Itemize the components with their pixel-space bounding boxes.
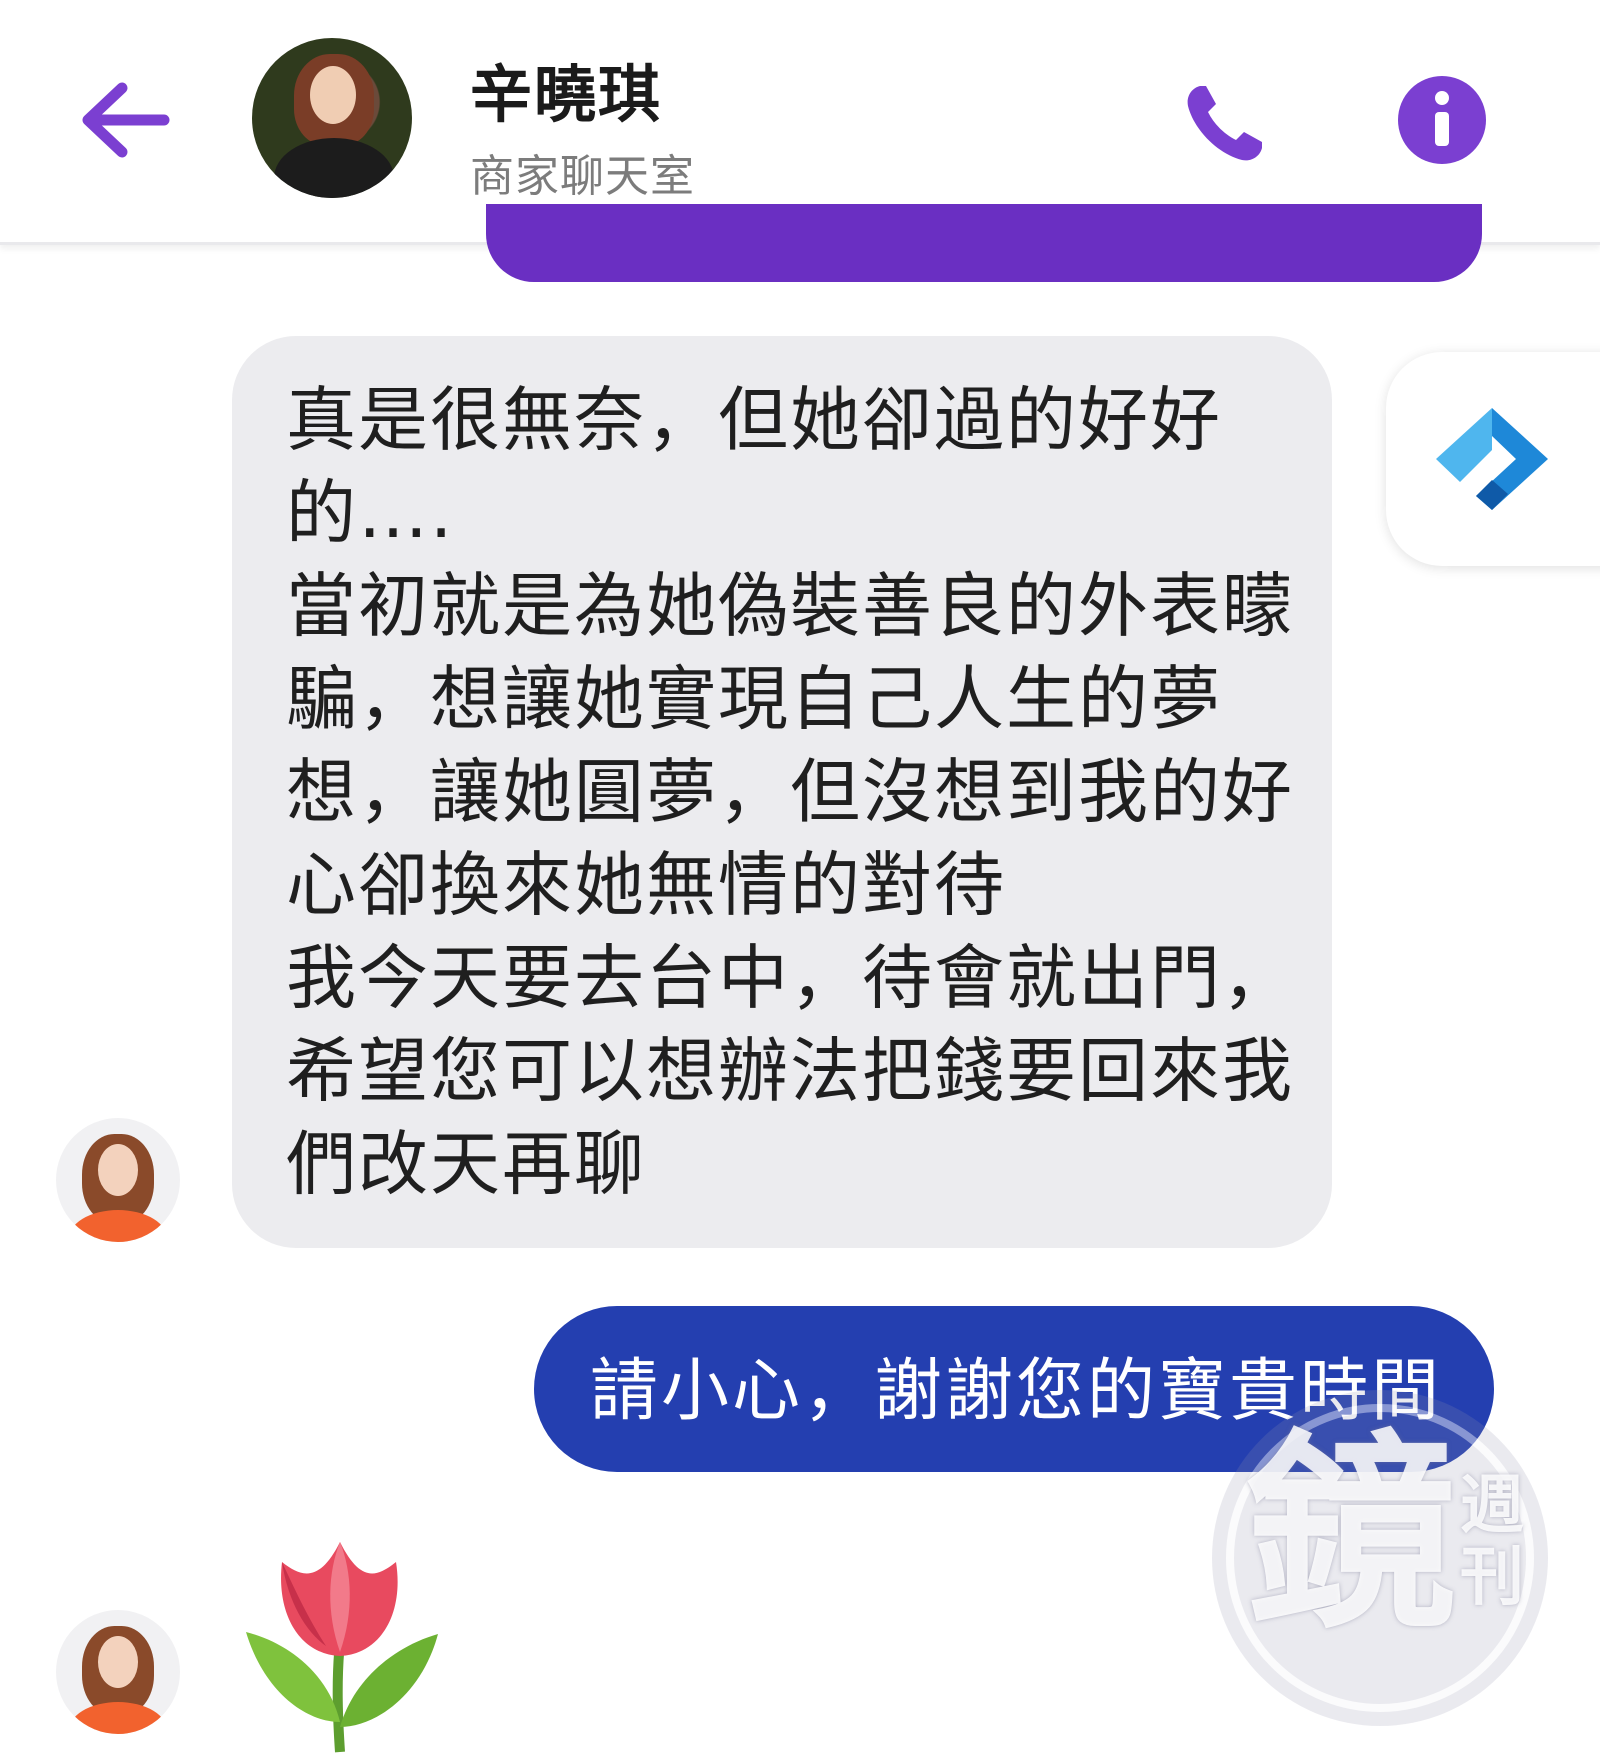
back-arrow-icon[interactable] — [78, 80, 170, 160]
phone-icon[interactable] — [1180, 78, 1270, 168]
contact-avatar[interactable] — [252, 38, 412, 198]
contact-name[interactable]: 辛曉琪 — [470, 44, 662, 134]
sender-avatar-2[interactable] — [56, 1610, 180, 1734]
watermark-subtext: 週刊 — [1460, 1469, 1524, 1615]
contact-subtitle: 商家聊天室 — [470, 151, 695, 202]
tulip-emoji[interactable] — [236, 1522, 446, 1754]
previous-message-bubble[interactable] — [486, 204, 1482, 282]
kite-app-icon[interactable] — [1432, 404, 1552, 514]
watermark-text: 鏡 — [1246, 1412, 1457, 1657]
info-icon[interactable] — [1396, 74, 1488, 166]
received-message-text: 真是很無奈，但她卻過的好好 的…. 當初就是為她偽裝善良的外表矇 騙，想讓她實現… — [286, 379, 1294, 1205]
sender-avatar[interactable] — [56, 1118, 180, 1242]
